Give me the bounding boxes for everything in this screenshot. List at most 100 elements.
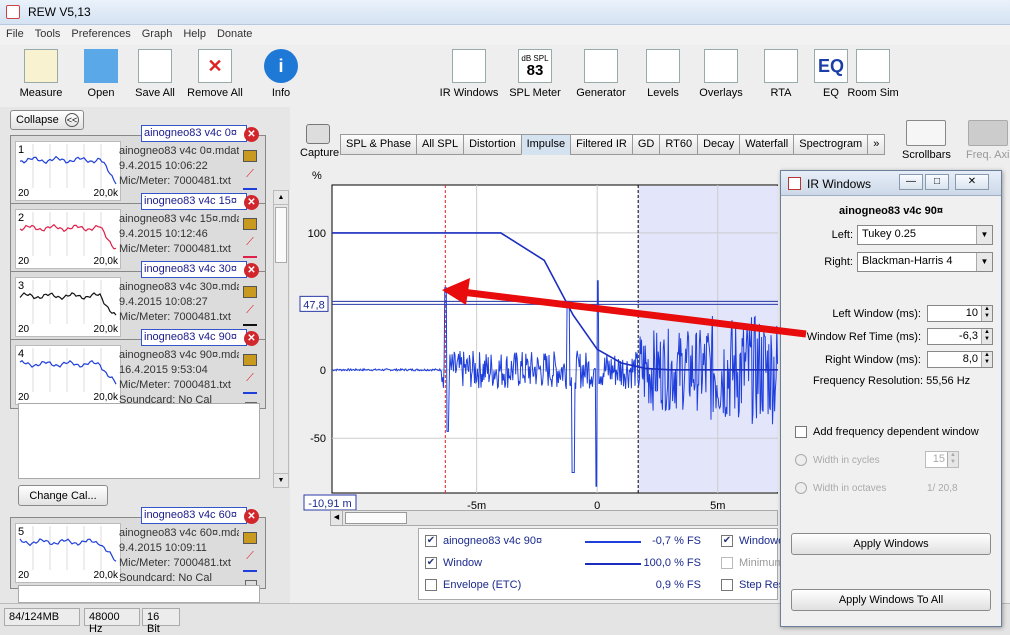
trace-color-icon[interactable] <box>243 320 257 326</box>
measurement-name-field[interactable]: inogneo83 v4c 15¤ <box>141 193 247 210</box>
remove-all-button[interactable]: ✕ Remove All <box>186 49 244 99</box>
measurements-scrollbar[interactable]: ▲ ▼ <box>273 190 289 488</box>
width-octaves-radio[interactable] <box>795 482 807 494</box>
tab-gd[interactable]: GD <box>631 134 661 155</box>
tab-impulse[interactable]: Impulse <box>520 134 572 155</box>
measurement-notes-area[interactable] <box>18 403 260 479</box>
edit-notes-icon[interactable] <box>243 286 257 298</box>
delete-measurement-icon[interactable]: ✕ <box>244 331 259 346</box>
right-window-ms-input[interactable]: 8,0 ▲ ▼ <box>927 351 993 368</box>
measurement-name-field[interactable]: ainogneo83 v4c 0¤ <box>141 125 247 142</box>
tab-decay[interactable]: Decay <box>697 134 741 155</box>
trace-color-icon[interactable] <box>243 252 257 258</box>
fdw-checkbox[interactable] <box>795 426 807 438</box>
maximize-icon[interactable]: □ <box>925 174 949 190</box>
overlays-button[interactable]: Overlays <box>690 49 752 99</box>
tab-more[interactable]: » <box>867 134 886 155</box>
legend-checkbox[interactable] <box>425 579 437 591</box>
legend-checkbox[interactable]: ✔ <box>721 535 733 547</box>
width-cycles-input[interactable]: 15 ▲ ▼ <box>925 451 959 468</box>
legend-option-name: Minimum <box>739 557 783 569</box>
measurement-date: 9.4.2015 10:08:27 <box>119 296 208 308</box>
menu-help[interactable]: Help <box>177 25 211 40</box>
delete-measurement-icon[interactable]: ✕ <box>244 509 259 524</box>
measurement-notes-area[interactable] <box>18 585 260 603</box>
left-window-type-select[interactable]: Tukey 0.25 ▼ <box>857 225 993 245</box>
tab-rt60[interactable]: RT60 <box>659 134 699 155</box>
scroll-left-icon[interactable]: ◀ <box>331 511 343 525</box>
legend-checkbox[interactable]: ✔ <box>425 557 437 569</box>
trace-color-icon[interactable] <box>243 184 257 190</box>
spinner-icon[interactable]: ▲ ▼ <box>981 329 992 344</box>
info-button[interactable]: i Info <box>252 49 310 99</box>
pen-icon[interactable]: ⟋ <box>243 168 257 180</box>
generator-button[interactable]: Generator <box>570 49 632 99</box>
measurement-name-field[interactable]: inogneo83 v4c 60¤ <box>141 507 247 524</box>
delete-measurement-icon[interactable]: ✕ <box>244 263 259 278</box>
legend-checkbox[interactable]: ✔ <box>425 535 437 547</box>
measurement-item[interactable]: 5 20 20,0k inogneo83 v4c 60¤ ainogneo83 v4c … <box>10 507 266 592</box>
pen-icon[interactable]: ⟋ <box>243 372 257 384</box>
spinner-icon[interactable]: ▲ ▼ <box>981 352 992 367</box>
width-cycles-radio[interactable] <box>795 454 807 466</box>
edit-notes-icon[interactable] <box>243 150 257 162</box>
left-window-ms-label: Left Window (ms): <box>832 308 921 320</box>
edit-notes-icon[interactable] <box>243 354 257 366</box>
trace-color-icon[interactable] <box>243 566 257 572</box>
apply-windows-button[interactable]: Apply Windows <box>791 533 991 555</box>
width-cycles-label: Width in cycles <box>813 455 880 466</box>
apply-windows-to-all-button[interactable]: Apply Windows To All <box>791 589 991 611</box>
freq-axis-button[interactable]: Freq. Axi <box>966 120 1009 161</box>
save-all-button[interactable]: Save All <box>126 49 184 99</box>
measurement-mic: Mic/Meter: 7000481.txt <box>119 379 231 391</box>
menu-preferences[interactable]: Preferences <box>65 25 135 40</box>
graph-horizontal-scrollbar[interactable]: ◀ <box>330 510 778 526</box>
measurement-name-field[interactable]: inogneo83 v4c 30¤ <box>141 261 247 278</box>
pen-icon[interactable]: ⟋ <box>243 304 257 316</box>
tab-filtered-ir[interactable]: Filtered IR <box>570 134 633 155</box>
scroll-up-icon[interactable]: ▲ <box>274 191 288 205</box>
tab-waterfall[interactable]: Waterfall <box>739 134 795 155</box>
pen-icon[interactable]: ⟋ <box>243 236 257 248</box>
legend-checkbox[interactable] <box>721 579 733 591</box>
spl-meter-button[interactable]: dB SPL 83 SPL Meter <box>504 49 566 99</box>
measure-button[interactable]: Measure <box>12 49 70 99</box>
collapse-button[interactable]: Collapse << <box>10 110 84 130</box>
scroll-down-icon[interactable]: ▼ <box>274 473 288 487</box>
levels-button[interactable]: Levels <box>632 49 694 99</box>
menu-graph[interactable]: Graph <box>136 25 178 40</box>
impulse-chart[interactable]: 100500-50-5m05m47,8-10,91 m <box>296 165 778 523</box>
tab-spl-phase[interactable]: SPL & Phase <box>340 134 418 155</box>
close-icon[interactable]: ✕ <box>955 174 989 190</box>
scroll-thumb[interactable] <box>275 207 287 263</box>
tab-distortion[interactable]: Distortion <box>463 134 522 155</box>
window-ref-time-input[interactable]: -6,3 ▲ ▼ <box>927 328 993 345</box>
tab-spectrogram[interactable]: Spectrogram <box>793 134 869 155</box>
edit-notes-icon[interactable] <box>243 532 257 544</box>
menu-donate[interactable]: Donate <box>211 25 257 40</box>
measurement-name-field[interactable]: inogneo83 v4c 90¤ <box>141 329 247 346</box>
delete-measurement-icon[interactable]: ✕ <box>244 127 259 142</box>
left-window-ms-input[interactable]: 10 ▲ ▼ <box>927 305 993 322</box>
legend-checkbox[interactable] <box>721 557 733 569</box>
measurement-item[interactable]: 4 20 20,0k inogneo83 v4c 90¤ ainogneo83 v4c … <box>10 329 266 414</box>
ir-windows-button[interactable]: IR Windows <box>438 49 500 99</box>
spinner-icon[interactable]: ▲ ▼ <box>947 452 958 467</box>
minimize-icon[interactable]: — <box>899 174 923 190</box>
spinner-icon[interactable]: ▲ ▼ <box>981 306 992 321</box>
room-sim-button[interactable]: Room Sim <box>842 49 904 99</box>
hscroll-thumb[interactable] <box>345 512 407 524</box>
trace-color-icon[interactable] <box>243 388 257 394</box>
capture-button[interactable]: Capture <box>300 124 339 159</box>
delete-measurement-icon[interactable]: ✕ <box>244 195 259 210</box>
scrollbars-button[interactable]: Scrollbars <box>902 120 951 161</box>
tab-all-spl[interactable]: All SPL <box>416 134 465 155</box>
open-button[interactable]: Open <box>72 49 130 99</box>
right-window-type-select[interactable]: Blackman-Harris 4 ▼ <box>857 252 993 272</box>
pen-icon[interactable]: ⟋ <box>243 550 257 562</box>
measurement-file: ainogneo83 v4c 0¤.mdat <box>119 145 239 157</box>
change-cal-button[interactable]: Change Cal... <box>18 485 108 506</box>
edit-notes-icon[interactable] <box>243 218 257 230</box>
menu-file[interactable]: File <box>0 25 29 40</box>
menu-tools[interactable]: Tools <box>29 25 66 40</box>
